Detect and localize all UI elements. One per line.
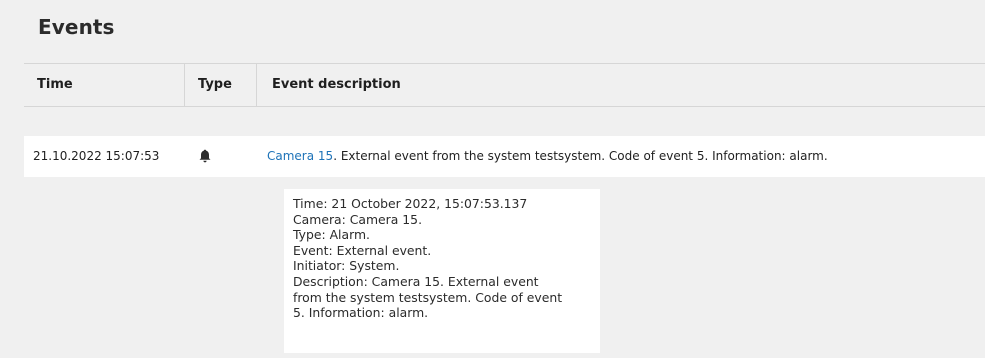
column-header-description[interactable]: Event description (272, 64, 401, 106)
table-row[interactable]: 21.10.2022 15:07:53 Camera 15. External … (24, 136, 985, 177)
column-divider[interactable] (256, 64, 257, 106)
table-header: Time Type Event description (24, 63, 985, 107)
column-divider[interactable] (184, 64, 185, 106)
detail-time: Time: 21 October 2022, 15:07:53.137 (293, 196, 528, 211)
detail-description: Description: Camera 15. External event (293, 273, 539, 289)
detail-type: Type: Alarm. (293, 227, 370, 243)
column-header-type[interactable]: Type (198, 64, 232, 106)
detail-event: Event: External event. (293, 242, 432, 258)
detail-camera: Camera: Camera 15. (293, 211, 423, 227)
detail-description-cont: from the system testsystem. Code of even… (293, 289, 563, 305)
detail-description-cont: 5. Information: alarm. (293, 305, 429, 321)
events-panel: Events Time Type Event description 21.10… (0, 0, 985, 358)
camera-link[interactable]: Camera 15 (267, 149, 333, 163)
bell-icon (199, 149, 211, 163)
event-time: 21.10.2022 15:07:53 (33, 149, 160, 163)
event-description: Camera 15. External event from the syste… (267, 136, 828, 177)
event-details-tooltip: Time: 21 October 2022, 15:07:53.137 Came… (284, 189, 600, 353)
event-description-text: . External event from the system testsys… (333, 149, 828, 163)
panel-title: Events (38, 15, 115, 39)
column-header-time[interactable]: Time (37, 64, 73, 106)
detail-initiator: Initiator: System. (293, 258, 400, 274)
